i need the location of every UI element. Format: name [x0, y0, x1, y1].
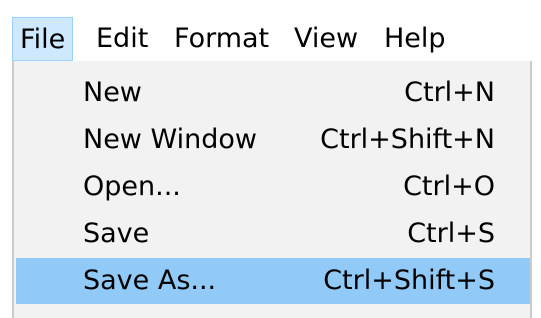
menu-item-save[interactable]: Save Ctrl+S — [16, 211, 530, 257]
menu-item-shortcut: Ctrl+O — [403, 171, 495, 202]
menu-item-new-window[interactable]: New Window Ctrl+Shift+N — [16, 117, 530, 163]
menu-item-new[interactable]: New Ctrl+N — [16, 70, 530, 116]
menu-item-shortcut: Ctrl+N — [404, 77, 495, 108]
menu-item-label: Save — [83, 218, 150, 249]
menu-item-shortcut: Ctrl+Shift+N — [320, 124, 495, 155]
file-dropdown-menu: New Ctrl+N New Window Ctrl+Shift+N Open.… — [12, 61, 532, 318]
menu-bar: File Edit Format View Help — [0, 0, 541, 64]
menu-edit[interactable]: Edit — [89, 17, 155, 61]
menu-help[interactable]: Help — [377, 17, 453, 61]
menu-item-shortcut: Ctrl+Shift+S — [323, 265, 495, 296]
menu-item-save-as[interactable]: Save As... Ctrl+Shift+S — [16, 258, 530, 304]
menu-file[interactable]: File — [12, 17, 74, 61]
menu-item-label: New Window — [83, 124, 257, 155]
menu-item-open[interactable]: Open... Ctrl+O — [16, 164, 530, 210]
menu-item-label: Open... — [83, 171, 181, 202]
menu-item-shortcut: Ctrl+S — [407, 218, 495, 249]
menu-format[interactable]: Format — [167, 17, 276, 61]
menu-view[interactable]: View — [287, 17, 365, 61]
menu-item-label: Save As... — [83, 265, 217, 296]
menu-item-label: New — [83, 77, 142, 108]
